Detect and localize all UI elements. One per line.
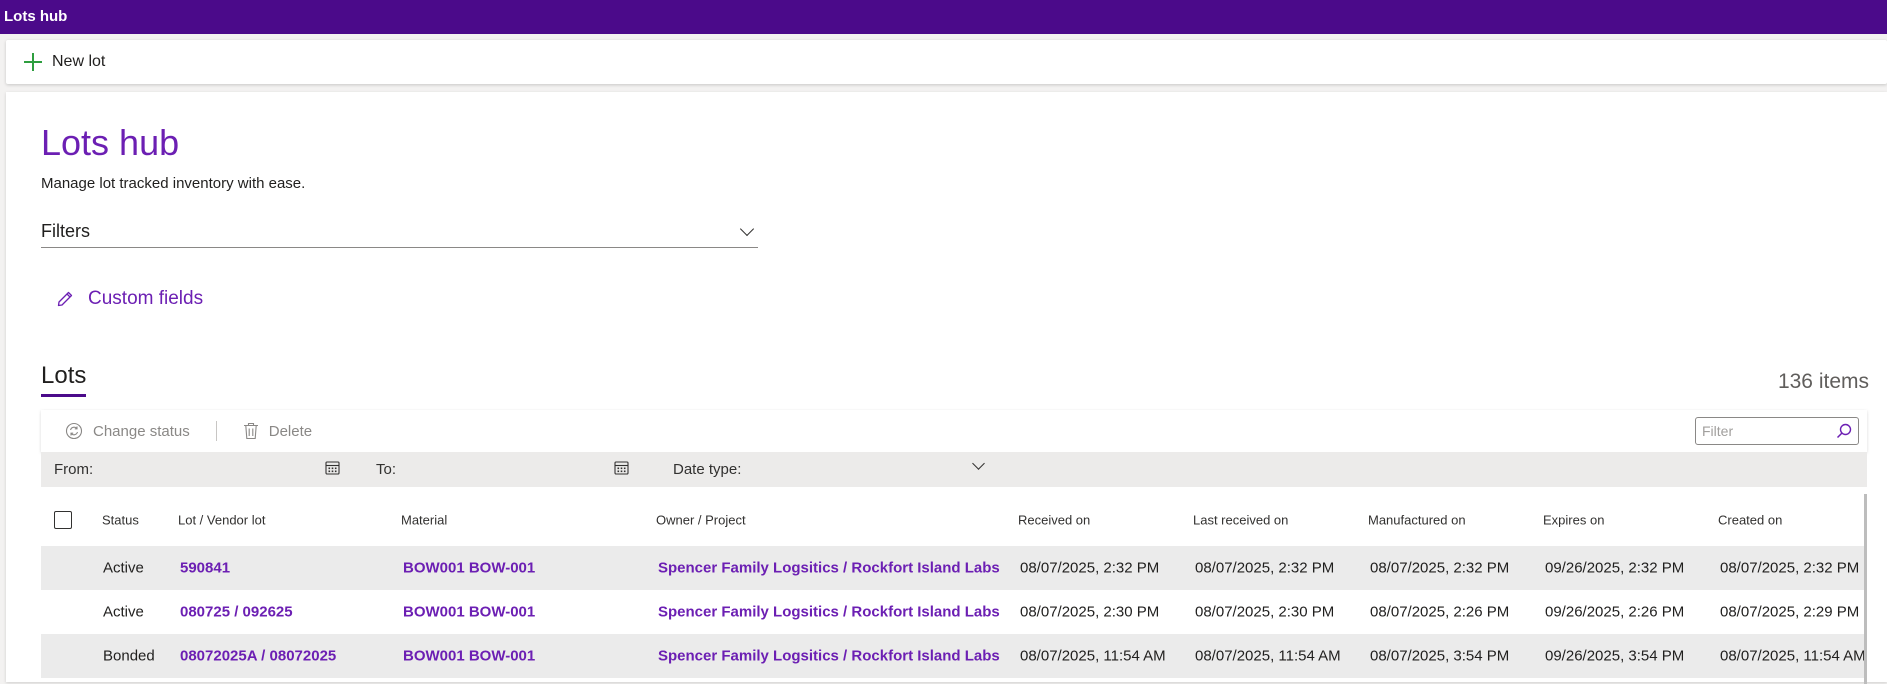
created-cell: 08/07/2025, 2:32 PM bbox=[1720, 559, 1860, 577]
manufactured-cell: 08/07/2025, 2:32 PM bbox=[1370, 559, 1510, 577]
table-row[interactable]: Active 590841 BOW001 BOW-001 Spencer Fam… bbox=[41, 546, 1867, 590]
owner-link[interactable]: Spencer Family Logsitics / Rockfort Isla… bbox=[658, 560, 1000, 577]
delete-button[interactable]: Delete bbox=[243, 422, 312, 440]
filters-label: Filters bbox=[41, 221, 90, 241]
custom-fields-label: Custom fields bbox=[88, 288, 204, 309]
status-cell: Bonded bbox=[103, 647, 155, 665]
lot-link[interactable]: 08072025A / 08072025 bbox=[180, 648, 336, 665]
change-status-label: Change status bbox=[93, 422, 190, 440]
grid-header-row: Status Lot / Vendor lot Material Owner /… bbox=[41, 494, 1867, 546]
items-count: 136 items bbox=[1777, 370, 1869, 393]
app-title: Lots hub bbox=[4, 8, 68, 25]
new-lot-button[interactable]: New lot bbox=[24, 53, 105, 71]
last-received-cell: 08/07/2025, 11:54 AM bbox=[1195, 647, 1341, 665]
grid-scrollbar[interactable] bbox=[1864, 494, 1867, 684]
filters-dropdown[interactable]: Filters bbox=[41, 216, 758, 248]
owner-link[interactable]: Spencer Family Logsitics / Rockfort Isla… bbox=[658, 604, 1000, 621]
command-bar: New lot bbox=[6, 40, 1887, 84]
chevron-down-icon[interactable] bbox=[972, 457, 985, 470]
column-header-manufactured[interactable]: Manufactured on bbox=[1368, 513, 1466, 528]
calendar-icon[interactable] bbox=[325, 460, 340, 475]
column-header-lot[interactable]: Lot / Vendor lot bbox=[178, 513, 265, 528]
new-lot-label: New lot bbox=[52, 53, 106, 70]
main-content: Lots hub Manage lot tracked inventory wi… bbox=[6, 92, 1887, 684]
column-header-expires[interactable]: Expires on bbox=[1543, 513, 1604, 528]
column-header-created[interactable]: Created on bbox=[1718, 513, 1782, 528]
status-cell: Active bbox=[103, 559, 144, 577]
grid-filter-input[interactable] bbox=[1702, 423, 1822, 439]
from-date-label: From: bbox=[54, 461, 94, 478]
to-date-label: To: bbox=[376, 461, 397, 478]
change-status-button[interactable]: Change status bbox=[65, 422, 190, 440]
refresh-icon bbox=[65, 422, 83, 440]
lots-grid: Status Lot / Vendor lot Material Owner /… bbox=[41, 494, 1867, 684]
table-row[interactable]: Active 080725 / 092625 BOW001 BOW-001 Sp… bbox=[41, 590, 1867, 634]
table-row[interactable]: Bonded 08072025A / 08072025 BOW001 BOW-0… bbox=[41, 634, 1867, 678]
pencil-icon bbox=[57, 291, 73, 307]
expires-cell: 09/26/2025, 2:26 PM bbox=[1545, 603, 1685, 621]
status-cell: Active bbox=[103, 603, 144, 621]
calendar-icon[interactable] bbox=[614, 460, 629, 475]
trash-icon bbox=[243, 422, 258, 440]
column-header-received[interactable]: Received on bbox=[1018, 513, 1090, 528]
expires-cell: 09/26/2025, 2:32 PM bbox=[1545, 559, 1685, 577]
last-received-cell: 08/07/2025, 2:32 PM bbox=[1195, 559, 1335, 577]
grid-filter-box bbox=[1695, 417, 1859, 445]
tab-lots[interactable]: Lots bbox=[41, 362, 87, 397]
column-header-status[interactable]: Status bbox=[102, 513, 139, 528]
created-cell: 08/07/2025, 11:54 AM bbox=[1720, 647, 1866, 665]
app-title-bar: Lots hub bbox=[0, 0, 1887, 34]
received-cell: 08/07/2025, 2:32 PM bbox=[1020, 559, 1160, 577]
manufactured-cell: 08/07/2025, 2:26 PM bbox=[1370, 603, 1510, 621]
custom-fields-button[interactable]: Custom fields bbox=[56, 288, 203, 310]
lot-link[interactable]: 080725 / 092625 bbox=[180, 604, 293, 621]
owner-link[interactable]: Spencer Family Logsitics / Rockfort Isla… bbox=[658, 648, 1000, 665]
column-header-owner[interactable]: Owner / Project bbox=[656, 513, 746, 528]
received-cell: 08/07/2025, 11:54 AM bbox=[1020, 647, 1166, 665]
page-subtitle: Manage lot tracked inventory with ease. bbox=[41, 175, 306, 192]
select-all-checkbox[interactable] bbox=[54, 511, 72, 529]
column-header-last-received[interactable]: Last received on bbox=[1193, 513, 1288, 528]
lot-link[interactable]: 590841 bbox=[180, 560, 230, 577]
page-title: Lots hub bbox=[41, 122, 180, 163]
last-received-cell: 08/07/2025, 2:30 PM bbox=[1195, 603, 1335, 621]
material-link[interactable]: BOW001 BOW-001 bbox=[403, 604, 535, 621]
chevron-down-icon bbox=[739, 221, 755, 236]
toolbar-divider bbox=[215, 421, 217, 441]
grid-toolbar: Change status Delete bbox=[41, 410, 1867, 452]
received-cell: 08/07/2025, 2:30 PM bbox=[1020, 603, 1160, 621]
expires-cell: 09/26/2025, 3:54 PM bbox=[1545, 647, 1685, 665]
plus-icon bbox=[24, 53, 42, 71]
column-header-material[interactable]: Material bbox=[401, 513, 447, 528]
date-type-label[interactable]: Date type: bbox=[673, 461, 741, 478]
date-filter-bar: From: To: Date type: bbox=[41, 452, 1867, 487]
material-link[interactable]: BOW001 BOW-001 bbox=[403, 560, 535, 577]
material-link[interactable]: BOW001 BOW-001 bbox=[403, 648, 535, 665]
search-icon[interactable] bbox=[1836, 423, 1852, 439]
delete-label: Delete bbox=[268, 422, 313, 440]
created-cell: 08/07/2025, 2:29 PM bbox=[1720, 603, 1860, 621]
manufactured-cell: 08/07/2025, 3:54 PM bbox=[1370, 647, 1510, 665]
